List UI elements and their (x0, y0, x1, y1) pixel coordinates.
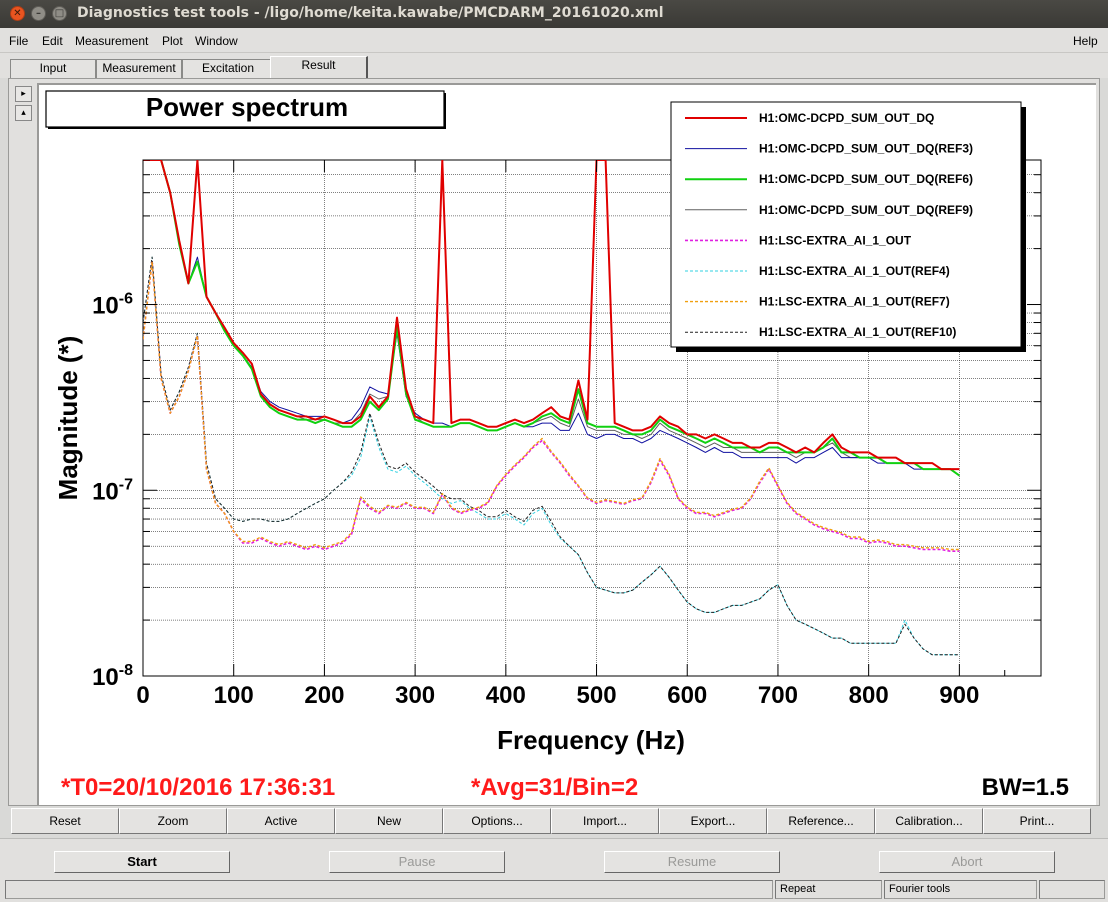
t0-label: *T0=20/10/2016 17:36:31 (61, 774, 335, 801)
pad-next-icon[interactable]: ▸ (15, 86, 32, 102)
calibration-button[interactable]: Calibration... (875, 808, 983, 834)
tab-input[interactable]: Input (10, 59, 96, 78)
print-button[interactable]: Print... (983, 808, 1091, 834)
export-button[interactable]: Export... (659, 808, 767, 834)
status-tools: Fourier tools (884, 880, 1037, 899)
plot-canvas[interactable]: Power spectrum 0 100 200 300 400 500 600 700 800… (37, 83, 1096, 805)
tab-strip: Input Measurement Excitation Result (0, 53, 1108, 78)
x-tick-label: 300 (395, 682, 435, 709)
x-tick-label: 600 (667, 682, 707, 709)
x-tick-label: 200 (304, 682, 344, 709)
plot-svg: Power spectrum 0 100 200 300 400 500 600 700 800… (45, 90, 1069, 801)
y-tick-label: 10-7 (92, 476, 133, 505)
y-tick-label: 10-8 (92, 662, 133, 691)
y-tick-label: 10-6 (92, 291, 133, 320)
maximize-window-button[interactable]: □ (52, 6, 67, 21)
resume-button[interactable]: Resume (604, 851, 780, 873)
minimize-window-button[interactable]: – (31, 6, 46, 21)
menu-edit[interactable]: Edit (42, 34, 63, 48)
avg-label: *Avg=31/Bin=2 (471, 774, 638, 801)
reset-button[interactable]: Reset (11, 808, 119, 834)
menu-measurement[interactable]: Measurement (75, 34, 148, 48)
options-button[interactable]: Options... (443, 808, 551, 834)
pad-up-icon[interactable]: ▴ (15, 105, 32, 121)
menu-help[interactable]: Help (1073, 34, 1098, 48)
reference-button[interactable]: Reference... (767, 808, 875, 834)
menu-file[interactable]: File (9, 34, 28, 48)
legend-label: H1:LSC-EXTRA_AI_1_OUT(REF4) (759, 264, 950, 278)
x-tick-label: 500 (577, 682, 617, 709)
start-button[interactable]: Start (54, 851, 230, 873)
window-titlebar: ✕ – □ Diagnostics test tools - /ligo/hom… (0, 0, 1108, 28)
x-tick-label: 100 (214, 682, 254, 709)
legend-box (670, 101, 1022, 348)
legend-label: H1:OMC-DCPD_SUM_OUT_DQ(REF9) (759, 203, 973, 217)
menu-bar: File Edit Measurement Plot Window Help (0, 28, 1108, 53)
x-tick-label: 700 (758, 682, 798, 709)
tab-measurement[interactable]: Measurement (96, 59, 182, 78)
status-extra (1039, 880, 1105, 899)
legend-label: H1:LSC-EXTRA_AI_1_OUT(REF7) (759, 295, 950, 309)
x-tick-label: 0 (136, 682, 149, 709)
legend-label: H1:LSC-EXTRA_AI_1_OUT(REF10) (759, 325, 956, 339)
tab-result[interactable]: Result (270, 56, 368, 78)
x-axis-label: Frequency (Hz) (497, 725, 685, 755)
y-axis-label: Magnitude (*) (53, 336, 83, 501)
x-tick-label: 800 (849, 682, 889, 709)
plot-title: Power spectrum (146, 92, 348, 122)
tab-excitation[interactable]: Excitation (182, 59, 274, 78)
x-tick-label: 400 (486, 682, 526, 709)
status-repeat: Repeat (775, 880, 882, 899)
new-button[interactable]: New (335, 808, 443, 834)
bw-label: BW=1.5 (982, 774, 1069, 801)
legend-label: H1:OMC-DCPD_SUM_OUT_DQ(REF6) (759, 172, 973, 186)
active-button[interactable]: Active (227, 808, 335, 834)
close-window-button[interactable]: ✕ (10, 6, 25, 21)
pause-button[interactable]: Pause (329, 851, 505, 873)
zoom-button[interactable]: Zoom (119, 808, 227, 834)
menu-window[interactable]: Window (195, 34, 238, 48)
legend-label: H1:OMC-DCPD_SUM_OUT_DQ(REF3) (759, 142, 973, 156)
legend-label: H1:LSC-EXTRA_AI_1_OUT (759, 233, 912, 247)
menu-plot[interactable]: Plot (162, 34, 183, 48)
status-message (5, 880, 773, 899)
window-title: Diagnostics test tools - /ligo/home/keit… (77, 5, 664, 21)
abort-button[interactable]: Abort (879, 851, 1055, 873)
legend-label: H1:OMC-DCPD_SUM_OUT_DQ (759, 111, 934, 125)
import-button[interactable]: Import... (551, 808, 659, 834)
x-tick-label: 900 (939, 682, 979, 709)
